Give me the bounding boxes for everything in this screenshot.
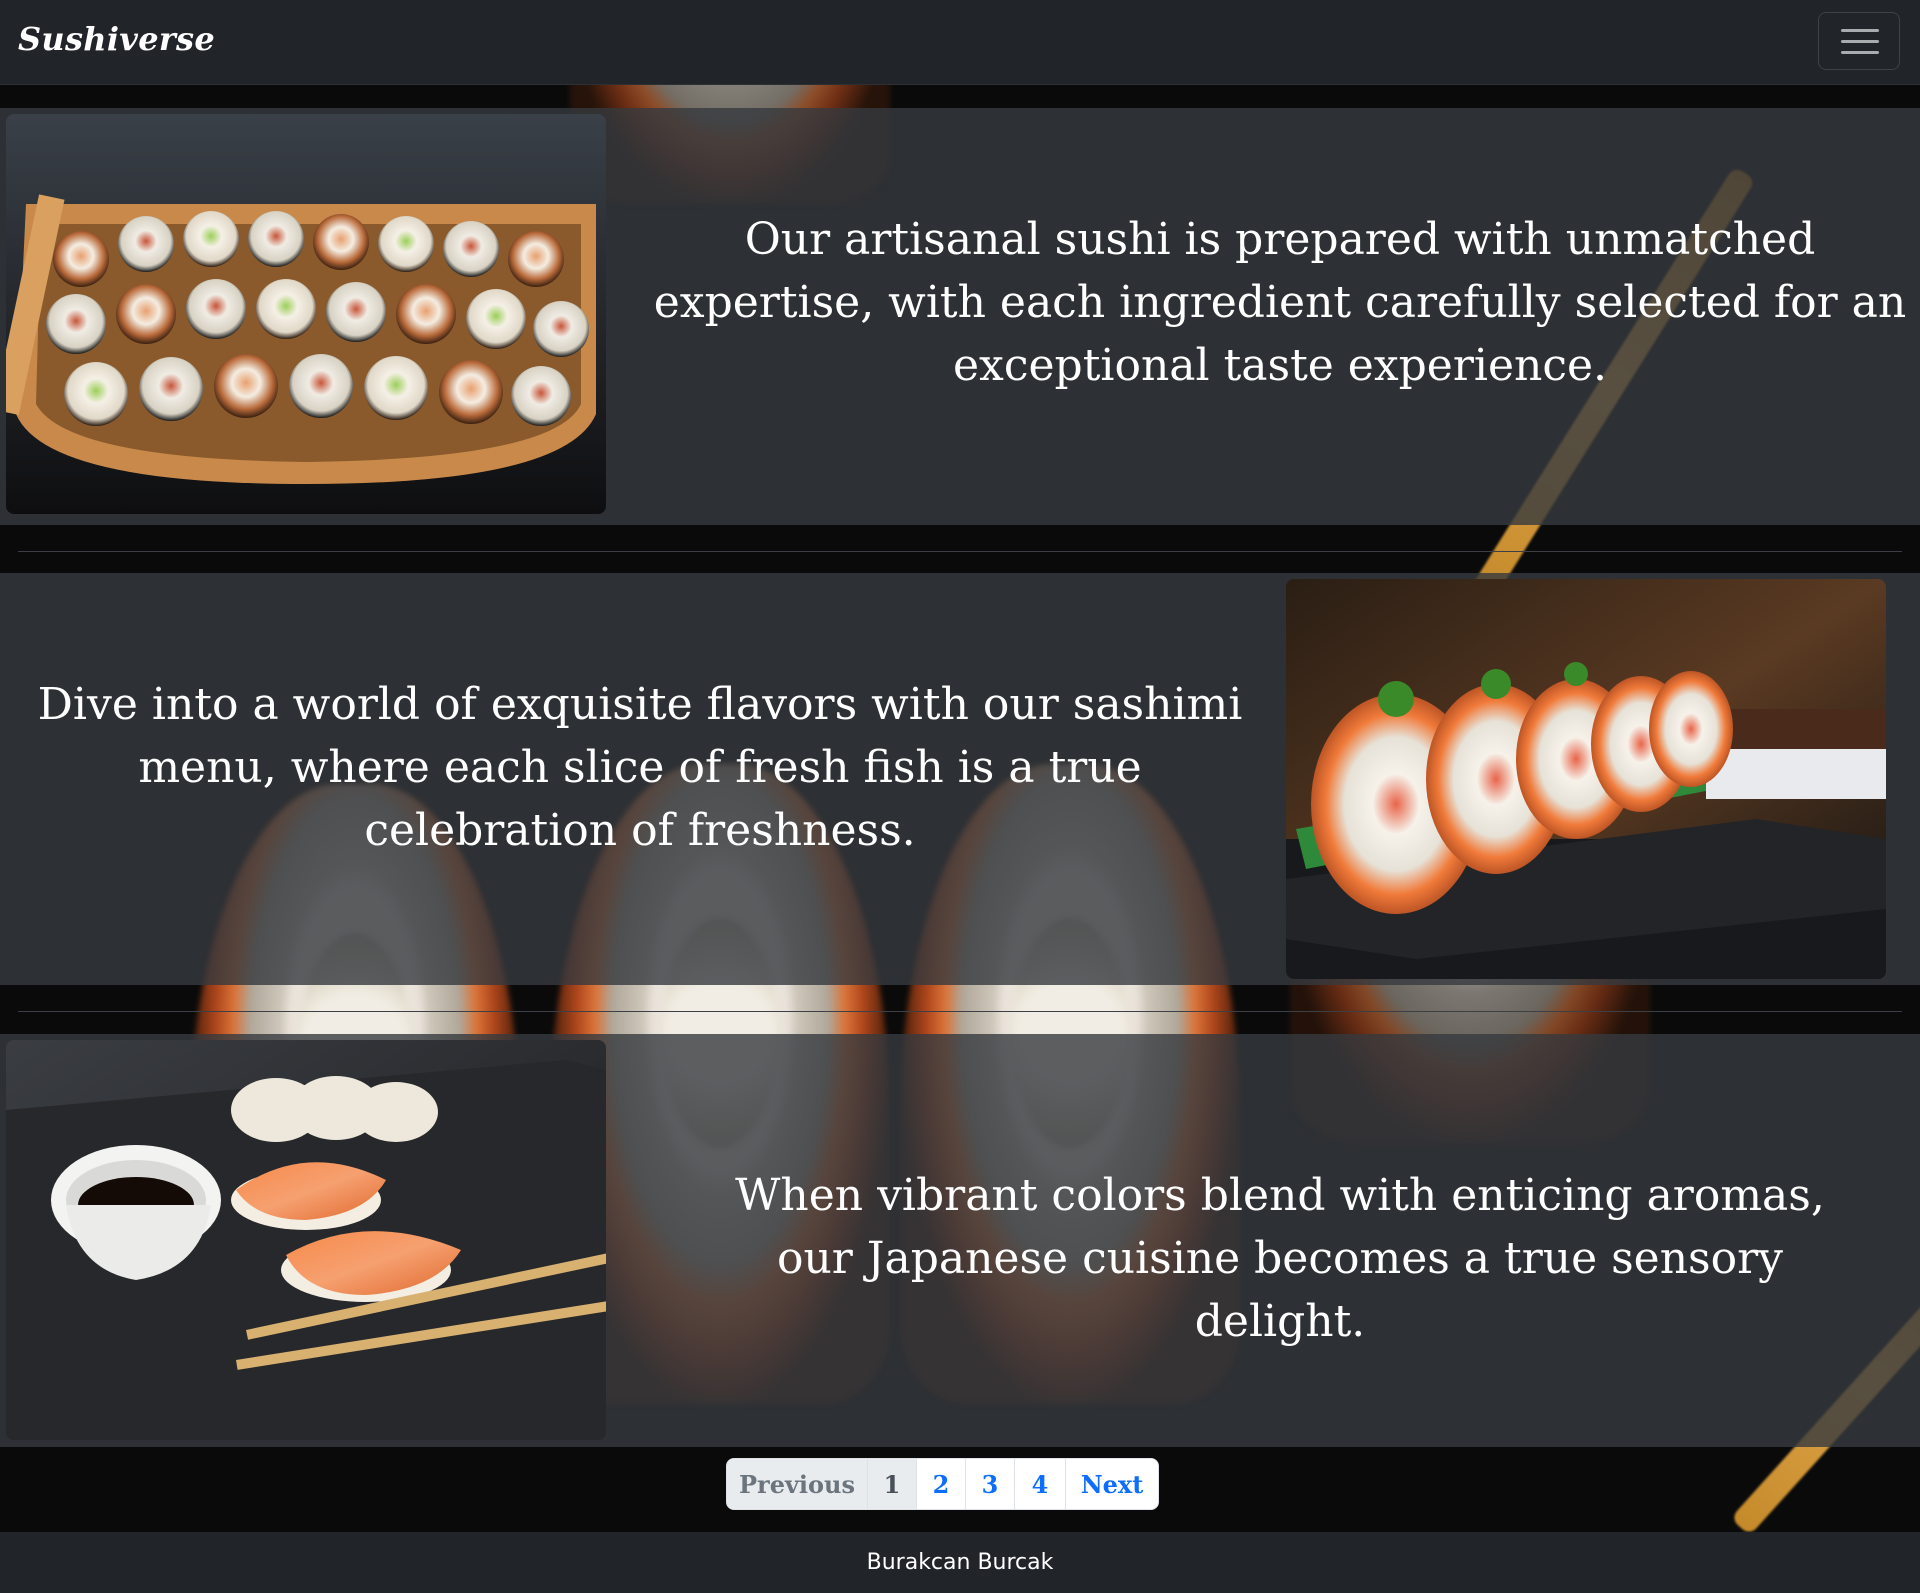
hamburger-menu-icon: [1841, 29, 1879, 32]
pagination-page-1[interactable]: 1: [868, 1459, 917, 1509]
sushi-boat-image: [6, 114, 606, 514]
pagination-page-2[interactable]: 2: [917, 1459, 966, 1509]
nigiri-image: [6, 1040, 606, 1440]
feature-section-1: Our artisanal sushi is prepared with unm…: [0, 108, 1920, 525]
section-1-text: Our artisanal sushi is prepared with unm…: [653, 214, 1907, 391]
section-3-text: When vibrant colors blend with enticing …: [735, 1170, 1825, 1347]
feature-section-3: When vibrant colors blend with enticing …: [0, 1034, 1920, 1447]
pagination-previous[interactable]: Previous: [727, 1459, 868, 1509]
pagination-page-3[interactable]: 3: [966, 1459, 1015, 1509]
pagination: Previous 1 2 3 4 Next: [726, 1458, 1159, 1510]
divider-1: [18, 551, 1902, 552]
navbar: Sushiverse: [0, 0, 1920, 85]
navbar-toggle-button[interactable]: [1818, 12, 1900, 70]
feature-section-2: Dive into a world of exquisite flavors w…: [0, 573, 1920, 985]
divider-2: [18, 1011, 1902, 1012]
pagination-page-4[interactable]: 4: [1015, 1459, 1066, 1509]
salmon-rolls-image: [1286, 579, 1886, 979]
footer-author: Burakcan Burcak: [866, 1550, 1054, 1575]
pagination-next[interactable]: Next: [1066, 1459, 1158, 1509]
footer: Burakcan Burcak: [0, 1532, 1920, 1593]
section-2-text: Dive into a world of exquisite flavors w…: [37, 679, 1243, 856]
brand-logo[interactable]: Sushiverse: [18, 20, 215, 58]
